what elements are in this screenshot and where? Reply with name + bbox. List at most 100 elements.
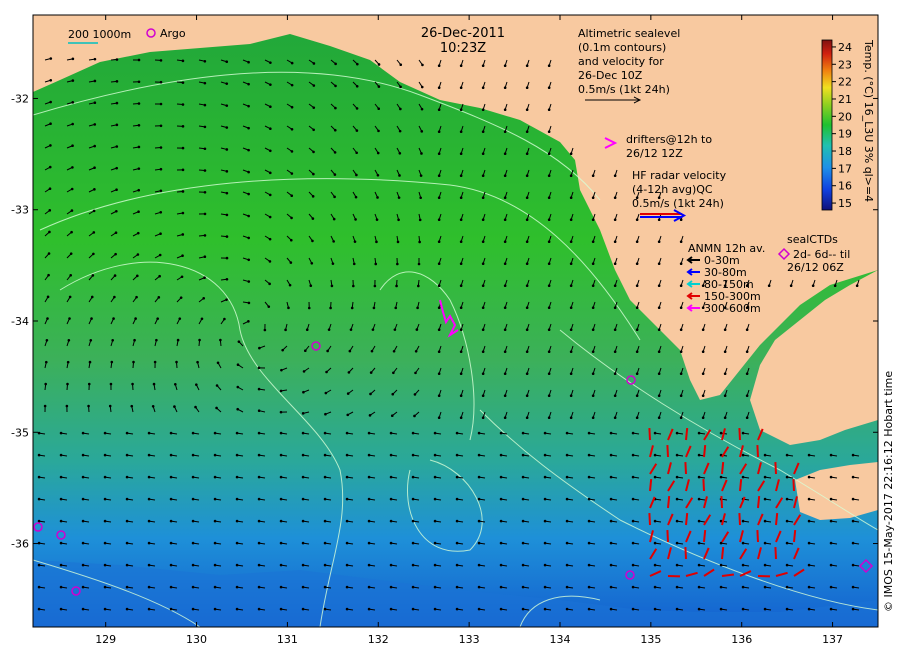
- velocity-arrow-head: [204, 255, 207, 258]
- velocity-arrow-head: [247, 61, 250, 64]
- lat-tick-label: -33: [11, 204, 29, 217]
- velocity-arrow-head: [356, 107, 359, 110]
- velocity-arrow-head: [376, 218, 379, 221]
- velocity-arrow-head: [114, 253, 117, 256]
- velocity-arrow-head: [724, 350, 727, 353]
- velocity-arrow-head: [460, 372, 463, 375]
- velocity-arrow-head: [592, 350, 595, 353]
- velocity-arrow-head: [570, 262, 573, 265]
- velocity-arrow-head: [346, 476, 349, 479]
- velocity-arrow-head: [504, 394, 507, 397]
- velocity-arrow-head: [418, 241, 421, 244]
- velocity-arrow-head: [156, 317, 159, 320]
- velocity-arrow-head: [60, 608, 63, 611]
- hf-line-2: (4-12h avg)QC: [632, 183, 713, 196]
- velocity-arrow-head: [830, 498, 833, 501]
- velocity-arrow-head: [676, 520, 679, 523]
- velocity-arrow-head: [680, 218, 683, 221]
- hf-radar-arrow: [650, 479, 651, 491]
- velocity-arrow-head: [418, 263, 421, 266]
- velocity-arrow-head: [393, 350, 396, 353]
- velocity-arrow-head: [746, 394, 749, 397]
- velocity-arrow-head: [412, 586, 415, 589]
- velocity-arrow-head: [130, 405, 133, 408]
- velocity-arrow-head: [374, 285, 377, 288]
- velocity-arrow-head: [126, 432, 129, 435]
- velocity-arrow-head: [504, 64, 507, 67]
- velocity-arrow-head: [698, 542, 701, 545]
- velocity-arrow-head: [830, 542, 833, 545]
- velocity-arrow-head: [526, 86, 529, 89]
- velocity-arrow-head: [786, 608, 789, 611]
- velocity-arrow-head: [258, 498, 261, 501]
- velocity-arrow-head: [350, 328, 353, 331]
- velocity-arrow-head: [460, 416, 463, 419]
- velocity-arrow-head: [808, 586, 811, 589]
- velocity-arrow-head: [170, 564, 173, 567]
- velocity-arrow-head: [390, 564, 393, 567]
- velocity-arrow-head: [610, 432, 613, 435]
- velocity-arrow-head: [680, 416, 683, 419]
- hf-radar-arrow: [757, 445, 758, 457]
- velocity-arrow-head: [434, 498, 437, 501]
- velocity-arrow-head: [399, 63, 402, 66]
- velocity-arrow-head: [720, 542, 723, 545]
- hf-radar-arrow: [758, 496, 759, 508]
- velocity-arrow-head: [214, 432, 217, 435]
- velocity-arrow-head: [438, 108, 441, 111]
- hf-radar-arrow: [649, 513, 650, 525]
- velocity-arrow-head: [592, 262, 595, 265]
- velocity-arrow-head: [399, 108, 402, 111]
- velocity-arrow-head: [82, 608, 85, 611]
- velocity-arrow-head: [324, 413, 327, 416]
- velocity-arrow-head: [412, 608, 415, 611]
- velocity-arrow-head: [610, 542, 613, 545]
- velocity-arrow-head: [269, 172, 272, 175]
- velocity-arrow-head: [82, 586, 85, 589]
- velocity-arrow-head: [676, 476, 679, 479]
- velocity-arrow-head: [313, 62, 316, 65]
- velocity-arrow-head: [808, 608, 811, 611]
- velocity-arrow-head: [269, 149, 272, 152]
- velocity-arrow-head: [116, 102, 119, 105]
- velocity-arrow-head: [136, 275, 139, 278]
- velocity-arrow-head: [504, 108, 507, 111]
- velocity-arrow-head: [636, 372, 639, 375]
- velocity-arrow-head: [632, 542, 635, 545]
- velocity-arrow-head: [324, 476, 327, 479]
- velocity-arrow-head: [394, 328, 397, 331]
- velocity-arrow-head: [181, 233, 184, 236]
- velocity-arrow-head: [93, 145, 96, 148]
- velocity-arrow-head: [332, 240, 335, 243]
- velocity-arrow-head: [302, 608, 305, 611]
- velocity-arrow-head: [204, 147, 207, 150]
- velocity-arrow-head: [786, 520, 789, 523]
- velocity-arrow-head: [724, 328, 727, 331]
- velocity-arrow-head: [202, 297, 205, 300]
- velocity-arrow-head: [93, 166, 96, 169]
- hf-radar-arrow: [685, 462, 686, 474]
- velocity-arrow-head: [504, 152, 507, 155]
- velocity-arrow-head: [482, 284, 485, 287]
- velocity-arrow-head: [258, 388, 261, 391]
- velocity-arrow-head: [126, 542, 129, 545]
- velocity-arrow-head: [304, 349, 307, 352]
- velocity-arrow-head: [269, 127, 272, 130]
- velocity-arrow-head: [291, 128, 294, 131]
- lon-tick-label: 129: [95, 633, 116, 646]
- velocity-arrow-head: [355, 151, 358, 154]
- velocity-arrow-head: [698, 498, 701, 501]
- velocity-arrow-head: [592, 240, 595, 243]
- velocity-arrow-head: [115, 167, 118, 170]
- velocity-arrow-head: [654, 542, 657, 545]
- velocity-arrow-head: [291, 106, 294, 109]
- velocity-arrow-head: [170, 542, 173, 545]
- velocity-arrow-head: [592, 372, 595, 375]
- velocity-arrow-head: [460, 328, 463, 331]
- velocity-arrow-head: [438, 306, 441, 309]
- velocity-arrow-head: [182, 190, 185, 193]
- argo-legend-label: Argo: [160, 27, 186, 40]
- velocity-arrow-head: [588, 454, 591, 457]
- velocity-arrow-head: [377, 152, 380, 155]
- velocity-arrow-head: [160, 168, 163, 171]
